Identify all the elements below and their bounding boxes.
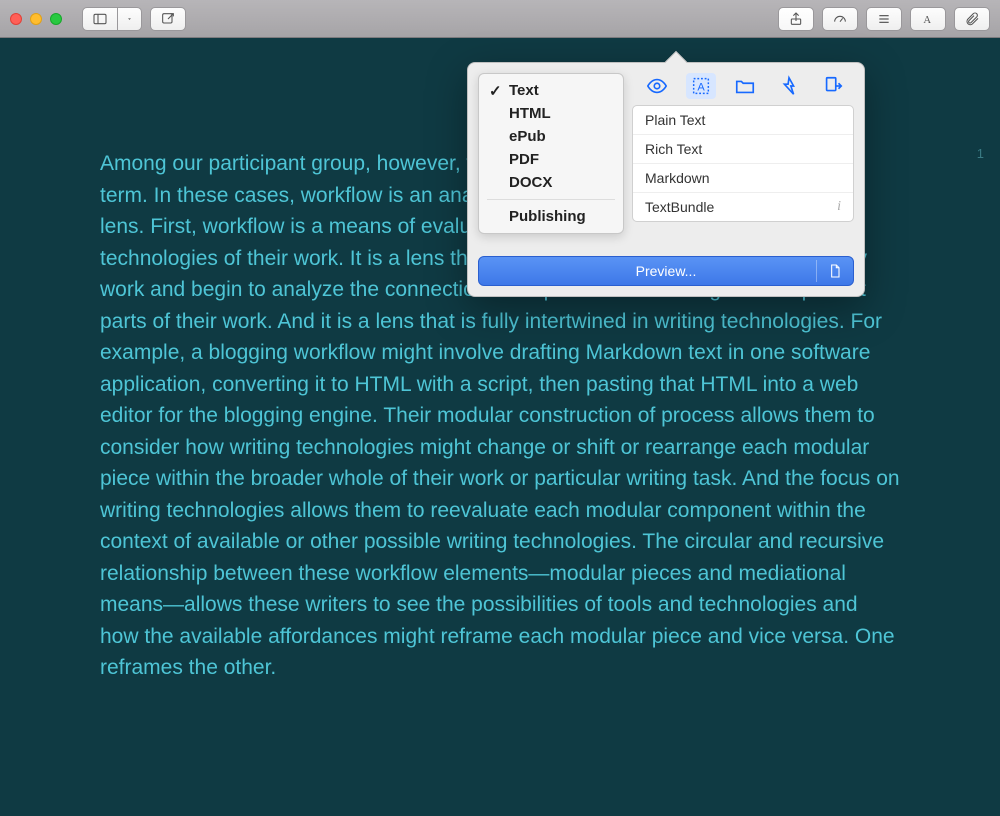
format-item-html[interactable]: HTML <box>479 102 623 125</box>
format-item-pdf[interactable]: PDF <box>479 148 623 171</box>
export-type-list: Plain Text Rich Text Markdown TextBundle… <box>632 105 854 222</box>
lines-icon <box>876 11 892 27</box>
list-item-richtext[interactable]: Rich Text <box>633 135 853 164</box>
copy-button[interactable]: A <box>686 73 716 99</box>
folder-icon <box>733 75 757 97</box>
traffic-lights <box>10 13 62 25</box>
format-item-epub[interactable]: ePub <box>479 125 623 148</box>
preview-button[interactable]: Preview... <box>478 256 854 286</box>
doc-export-icon <box>821 75 845 97</box>
app-arrow-icon <box>777 75 801 97</box>
format-dropdown: Text HTML ePub PDF DOCX Publishing <box>478 73 624 234</box>
list-item-textbundle[interactable]: TextBundle i <box>633 193 853 221</box>
attachments-button[interactable] <box>954 7 990 31</box>
popover-right: A Plain Text Rich Text Markdown TextBund… <box>632 73 854 222</box>
info-icon[interactable]: i <box>837 199 841 215</box>
sidebar-icon <box>92 11 108 27</box>
format-item-publishing[interactable]: Publishing <box>479 205 623 228</box>
sidebar-segment <box>82 7 142 31</box>
list-item-label: Markdown <box>645 170 710 186</box>
share-button[interactable] <box>778 7 814 31</box>
font-button[interactable]: A <box>910 7 946 31</box>
gauge-icon <box>832 11 848 27</box>
send-button[interactable] <box>818 73 848 99</box>
chevron-down-icon <box>126 11 133 27</box>
sidebar-toggle[interactable] <box>82 7 118 31</box>
export-popover: Text HTML ePub PDF DOCX Publishing A <box>467 62 865 297</box>
list-item-label: TextBundle <box>645 199 714 215</box>
stats-button[interactable] <box>822 7 858 31</box>
eye-icon <box>645 75 669 97</box>
list-item-label: Rich Text <box>645 141 702 157</box>
paperclip-icon <box>964 11 980 27</box>
font-icon: A <box>920 11 936 27</box>
popover-arrow <box>662 50 688 63</box>
svg-text:A: A <box>697 82 705 94</box>
quicklook-button[interactable] <box>642 73 672 99</box>
toolbar: A <box>0 0 1000 38</box>
list-item-plaintext[interactable]: Plain Text <box>633 106 853 135</box>
format-item-text[interactable]: Text <box>479 79 623 102</box>
preview-button-label: Preview... <box>636 263 697 279</box>
sidebar-dropdown[interactable] <box>118 7 142 31</box>
format-item-docx[interactable]: DOCX <box>479 171 623 194</box>
share-icon <box>788 11 804 27</box>
export-icon-row: A <box>632 73 854 105</box>
document-icon <box>827 263 843 279</box>
list-item-markdown[interactable]: Markdown <box>633 164 853 193</box>
page-number: 1 <box>977 146 984 161</box>
open-in-button[interactable] <box>774 73 804 99</box>
fullscreen-window-button[interactable] <box>50 13 62 25</box>
minimize-window-button[interactable] <box>30 13 42 25</box>
save-button[interactable] <box>730 73 760 99</box>
close-window-button[interactable] <box>10 13 22 25</box>
compose-icon <box>160 11 176 27</box>
select-all-icon: A <box>689 75 713 97</box>
outline-button[interactable] <box>866 7 902 31</box>
list-item-label: Plain Text <box>645 112 705 128</box>
compose-button[interactable] <box>150 7 186 31</box>
svg-text:A: A <box>923 15 931 26</box>
